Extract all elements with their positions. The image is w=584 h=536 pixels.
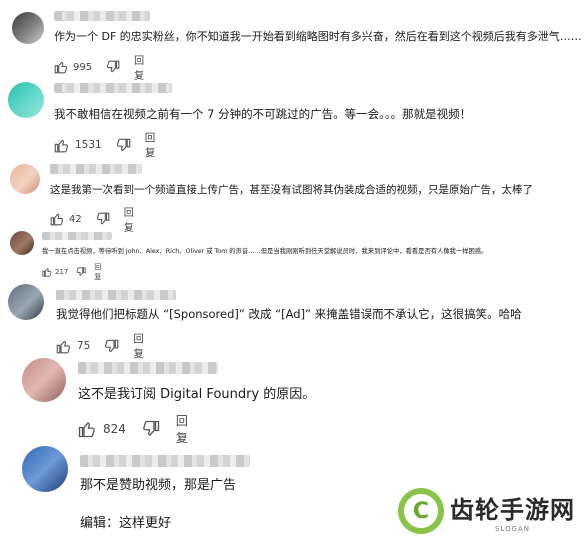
thumbs-down-icon[interactable] bbox=[106, 60, 120, 74]
like-count: 217 bbox=[55, 268, 69, 276]
thumbs-down-icon[interactable] bbox=[76, 267, 86, 277]
avatar[interactable] bbox=[10, 164, 40, 194]
comment-actions: 995 回复 bbox=[54, 52, 144, 82]
comment-text: 作为一个 DF 的忠实粉丝，你不知道我一开始看到缩略图时有多兴奋，然后在看到这个… bbox=[54, 30, 582, 43]
author-name[interactable] bbox=[54, 83, 172, 93]
thumbs-down-icon[interactable] bbox=[96, 212, 110, 226]
gear-logo-icon: C bbox=[398, 488, 444, 534]
avatar[interactable] bbox=[12, 12, 44, 44]
thumbs-up-icon[interactable] bbox=[54, 138, 69, 153]
site-watermark: C 齿轮手游网 SLOGAN bbox=[398, 488, 575, 534]
comment-actions: 75 回复 bbox=[56, 331, 144, 361]
comment-text: 我一直在点击视频，等待听到 John、Alex、Rich、Oliver 或 To… bbox=[42, 248, 488, 255]
author-name[interactable] bbox=[80, 455, 250, 467]
comment-text: 我不敢相信在视频之前有一个 7 分钟的不可跳过的广告。等一会。。。那就是视频！ bbox=[54, 107, 472, 121]
thumbs-down-icon[interactable] bbox=[142, 420, 160, 438]
like-count: 995 bbox=[73, 61, 93, 73]
reply-button[interactable]: 回复 bbox=[133, 331, 144, 361]
logo-text: 齿轮手游网 SLOGAN bbox=[450, 490, 575, 533]
comment-edit-text: 编辑：这样更好 bbox=[80, 516, 172, 531]
avatar[interactable] bbox=[8, 82, 44, 118]
comment-actions: 824 回复 bbox=[78, 412, 188, 446]
author-name[interactable] bbox=[42, 232, 112, 240]
thumbs-up-icon[interactable] bbox=[50, 212, 64, 226]
thumbs-up-icon[interactable] bbox=[56, 339, 71, 354]
reply-button[interactable]: 回复 bbox=[145, 130, 156, 160]
like-count: 824 bbox=[103, 422, 126, 436]
reply-button[interactable]: 回复 bbox=[124, 204, 134, 234]
reply-button[interactable]: 回复 bbox=[134, 52, 144, 82]
comment-actions: 42 回复 bbox=[50, 204, 134, 234]
avatar[interactable] bbox=[22, 446, 68, 492]
avatar[interactable] bbox=[8, 284, 44, 320]
avatar[interactable] bbox=[22, 358, 66, 402]
comment-text: 我觉得他们把标题从 “[Sponsored]” 改成 “[Ad]” 来掩盖错误而… bbox=[56, 307, 522, 321]
logo-title: 齿轮手游网 bbox=[450, 495, 575, 524]
like-count: 1531 bbox=[75, 139, 102, 151]
comment-actions: 217 回复 bbox=[42, 262, 101, 282]
thumbs-down-icon[interactable] bbox=[116, 138, 131, 153]
like-count: 42 bbox=[69, 213, 82, 225]
avatar[interactable] bbox=[10, 231, 34, 255]
author-name[interactable] bbox=[56, 290, 176, 300]
comment-text: 这不是我订阅 Digital Foundry 的原因。 bbox=[78, 387, 316, 402]
thumbs-up-icon[interactable] bbox=[42, 267, 52, 277]
thumbs-up-icon[interactable] bbox=[78, 420, 96, 438]
author-name[interactable] bbox=[78, 362, 218, 374]
reply-button[interactable]: 回复 bbox=[94, 262, 101, 282]
like-count: 75 bbox=[77, 340, 91, 352]
thumbs-up-icon[interactable] bbox=[54, 60, 68, 74]
comment-actions: 1531 回复 bbox=[54, 130, 155, 160]
author-name[interactable] bbox=[54, 11, 150, 21]
thumbs-down-icon[interactable] bbox=[104, 339, 119, 354]
reply-button[interactable]: 回复 bbox=[176, 412, 188, 446]
author-name[interactable] bbox=[50, 164, 142, 174]
comment-text: 这是我第一次看到一个频道直接上传广告，甚至没有试图将其伪装成合适的视频，只是原始… bbox=[50, 184, 533, 196]
logo-slogan: SLOGAN bbox=[494, 524, 531, 533]
comment-text: 那不是赞助视频，那是广告 bbox=[80, 478, 237, 493]
logo-letter: C bbox=[412, 498, 430, 524]
